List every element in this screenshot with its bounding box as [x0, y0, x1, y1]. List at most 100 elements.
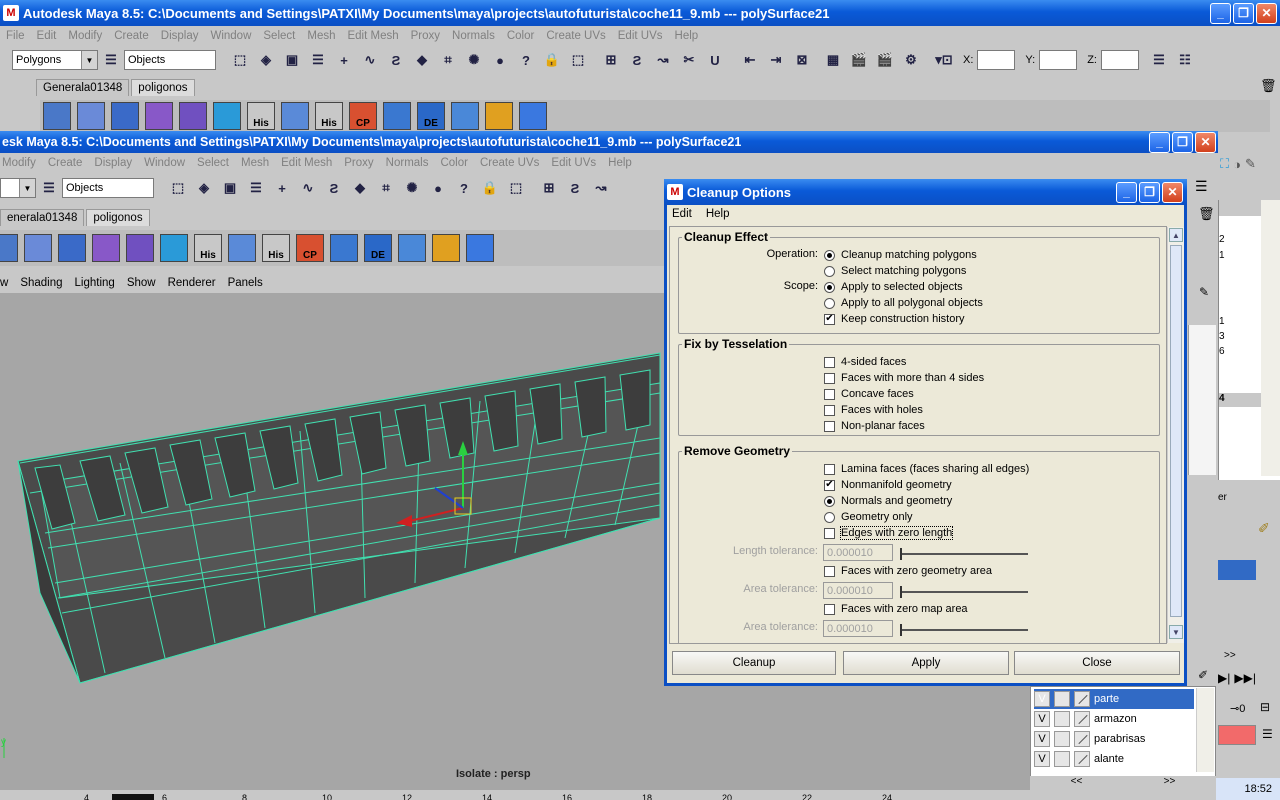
panel-menu-renderer[interactable]: Renderer [168, 277, 216, 289]
length-tolerance-slider[interactable] [900, 548, 1028, 560]
poly-reduce-icon-2[interactable] [126, 234, 154, 262]
dialog-menu-help[interactable]: Help [706, 208, 730, 220]
cube-icon[interactable] [43, 102, 71, 130]
sphere-poly-icon[interactable] [213, 102, 241, 130]
maximize-button[interactable]: ❐ [1233, 2, 1254, 24]
lock-icon-2[interactable]: 🔒 [480, 178, 500, 198]
checkbox-indicator[interactable] [824, 356, 835, 368]
dialog-scrollbar[interactable]: ▲ ▼ [1167, 227, 1184, 643]
visibility-toggle[interactable]: V [1034, 751, 1050, 767]
cube-icon-2[interactable] [0, 234, 18, 262]
close-button[interactable]: ✕ [1256, 2, 1277, 24]
z-field[interactable] [1100, 50, 1139, 70]
maximize-button-2[interactable]: ❐ [1172, 131, 1193, 153]
transform-mode-icon[interactable]: ▾⊡ [934, 50, 954, 70]
history-icon-4[interactable]: His [262, 234, 290, 262]
checkbox-more-than-4[interactable]: Faces with more than 4 sides [824, 372, 984, 384]
color-slot[interactable] [1074, 691, 1090, 707]
grid-icon-2[interactable] [466, 234, 494, 262]
menu-edit[interactable]: Edit [37, 30, 57, 42]
checkbox-indicator[interactable] [824, 603, 835, 615]
area-tolerance-slider[interactable] [900, 586, 1028, 598]
radio-normals-geometry[interactable]: Normals and geometry [824, 495, 952, 507]
checkbox-indicator[interactable]: ✔ [824, 313, 835, 325]
time-cursor[interactable] [112, 794, 154, 800]
pin-icon[interactable]: ✎ [1190, 282, 1218, 302]
menu-window[interactable]: Window [210, 30, 251, 42]
menu-create-uvs[interactable]: Create UVs [546, 30, 605, 42]
radio-indicator[interactable] [824, 265, 835, 277]
y-field[interactable] [1039, 50, 1078, 70]
color-slot[interactable] [1074, 751, 1090, 767]
pen-icon[interactable]: ✎ [1245, 156, 1256, 172]
menu-normals[interactable]: Normals [452, 30, 495, 42]
poly-reduce-icon[interactable] [179, 102, 207, 130]
poly-select-icon-2[interactable] [24, 234, 52, 262]
play-end-icon[interactable]: ▶▶| [1234, 671, 1256, 685]
output-icon[interactable]: ⇥ [766, 50, 786, 70]
history-icon-2[interactable]: His [315, 102, 343, 130]
panel-menu-shading[interactable]: Shading [20, 277, 62, 289]
radio-indicator[interactable] [824, 249, 835, 261]
sphere-poly-icon-2[interactable] [160, 234, 188, 262]
render-settings-icon[interactable]: ⚙ [901, 50, 921, 70]
layer-scrollbar[interactable] [1196, 688, 1214, 772]
minimize-button[interactable]: _ [1210, 2, 1231, 24]
select-box-icon[interactable]: ⬚ [568, 50, 588, 70]
help-icon-2[interactable]: ? [454, 178, 474, 198]
mode-select-2[interactable]: ▼ [0, 178, 36, 198]
channel-icon[interactable]: ⛶ [1220, 156, 1229, 172]
channel-scrollbar[interactable] [1261, 200, 1280, 476]
attribute-selected[interactable] [1218, 560, 1256, 580]
radio-select-matching[interactable]: Select matching polygons [824, 265, 966, 277]
snap-curve-icon[interactable]: ∿ [360, 50, 380, 70]
poly-smooth-icon[interactable] [145, 102, 173, 130]
dialog-maximize-button[interactable]: ❐ [1139, 181, 1160, 203]
input-icon[interactable]: ⇤ [740, 50, 760, 70]
close-button-dialog[interactable]: Close [1014, 651, 1180, 675]
radio-apply-all[interactable]: Apply to all polygonal objects [824, 297, 983, 309]
magnet-icon[interactable]: U [705, 50, 725, 70]
shelf2-tab-poligonos[interactable]: poligonos [86, 209, 150, 226]
menu2-edit-uvs[interactable]: Edit UVs [551, 157, 596, 169]
menu2-edit-mesh[interactable]: Edit Mesh [281, 157, 332, 169]
menu2-help[interactable]: Help [608, 157, 632, 169]
menu-help[interactable]: Help [675, 30, 699, 42]
sphere-icon-2[interactable]: ● [428, 178, 448, 198]
select-object-icon-2[interactable]: ◈ [194, 178, 214, 198]
layer-color-swatch[interactable] [1218, 725, 1256, 745]
shelf-tab-general[interactable]: Generala01348 [36, 79, 130, 96]
menu-mesh[interactable]: Mesh [307, 30, 335, 42]
checkbox-keep-history[interactable]: ✔ Keep construction history [824, 313, 965, 325]
poly-select-icon[interactable] [77, 102, 105, 130]
poly-grid-icon[interactable] [451, 102, 479, 130]
scroll-down-icon[interactable]: ▼ [1169, 625, 1183, 639]
poly-face-icon[interactable] [383, 102, 411, 130]
radio-indicator[interactable] [824, 281, 835, 293]
mask-icon-2[interactable]: ☰ [246, 178, 266, 198]
radio-geometry-only[interactable]: Geometry only [824, 511, 913, 523]
layer-nav-right[interactable]: >> [1164, 776, 1176, 790]
layer-nav-left[interactable]: << [1071, 776, 1083, 790]
mode-select[interactable]: Polygons ▼ [12, 50, 98, 70]
checkbox-zero-length-edges[interactable]: Edges with zero length [824, 526, 954, 540]
shelf-tab-poligonos[interactable]: poligonos [131, 79, 195, 96]
panel-menu-panels[interactable]: Panels [228, 277, 263, 289]
layer-row-parte[interactable]: V parte [1034, 689, 1194, 709]
menu-edit-mesh[interactable]: Edit Mesh [347, 30, 398, 42]
layer-row-parabrisas[interactable]: V parabrisas [1034, 729, 1194, 749]
scroll-thumb[interactable] [1170, 245, 1182, 617]
timeline[interactable]: 4 6 8 10 12 14 16 18 20 22 24 [0, 790, 1030, 800]
poly-split-icon[interactable] [111, 102, 139, 130]
light-icon-2[interactable]: ✺ [402, 178, 422, 198]
cleanup-button[interactable]: Cleanup [672, 651, 836, 675]
poly-grid-icon-2[interactable] [398, 234, 426, 262]
radio-indicator[interactable] [824, 495, 835, 507]
checkbox-indicator[interactable] [824, 527, 835, 539]
layer-list-icon[interactable]: ☰ [1262, 727, 1273, 741]
template-toggle[interactable] [1054, 751, 1070, 767]
dialog-minimize-button[interactable]: _ [1116, 181, 1137, 203]
history-icon[interactable]: His [247, 102, 275, 130]
construction-icon-2[interactable]: Ƨ [565, 178, 585, 198]
mask-icon[interactable]: ☰ [308, 50, 328, 70]
